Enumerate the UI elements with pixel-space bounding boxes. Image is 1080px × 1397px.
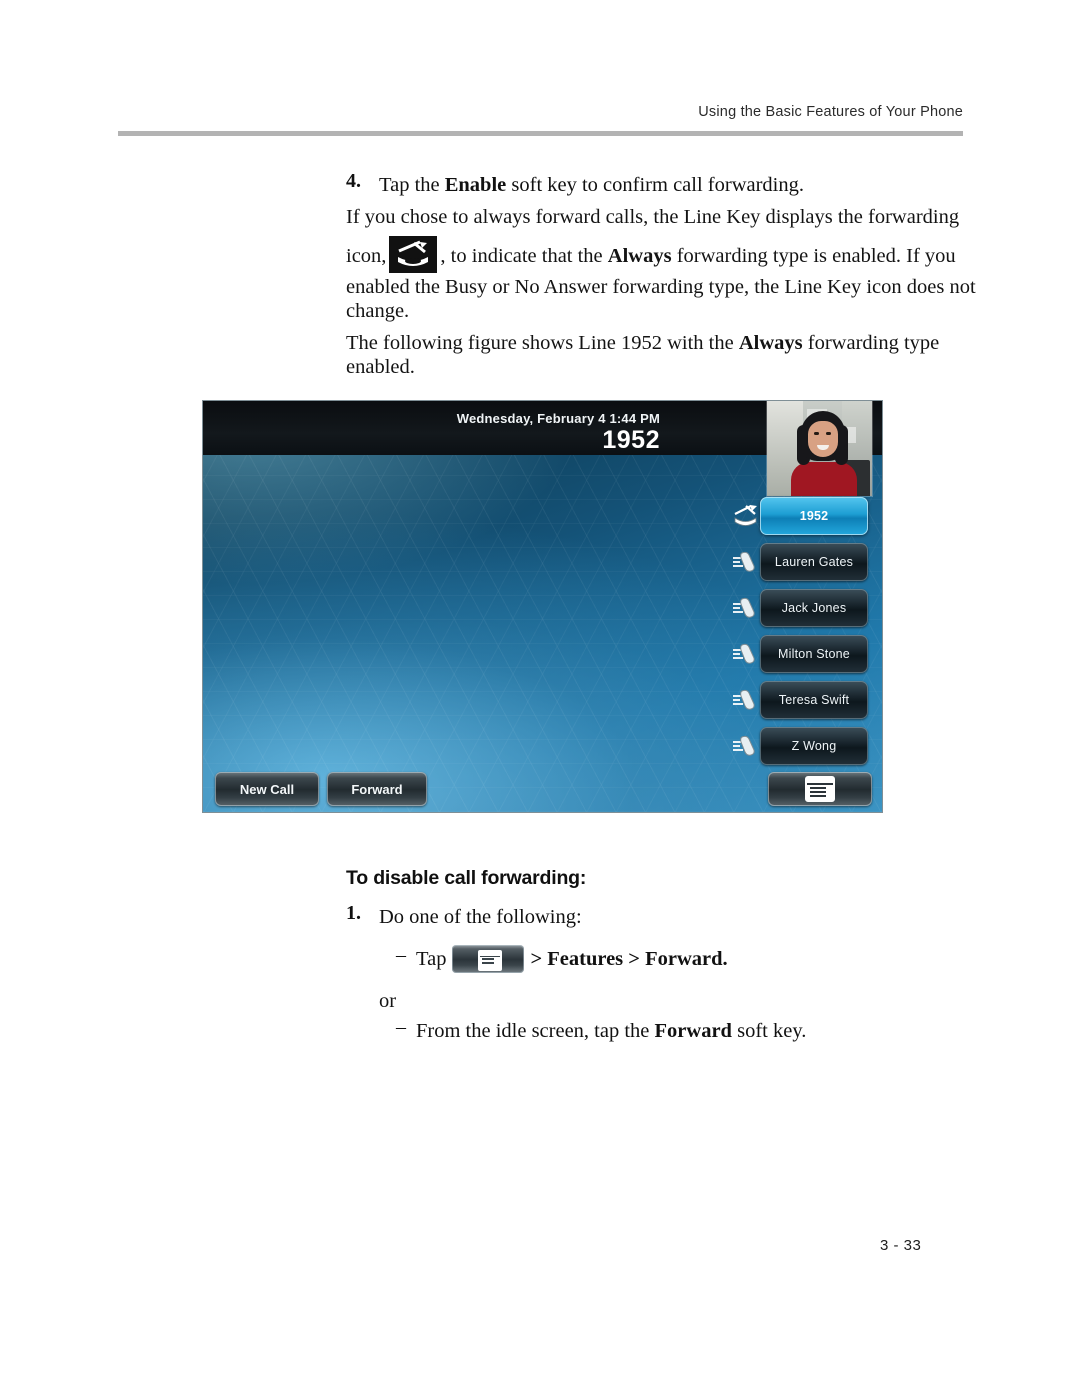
bold-always-2: Always — [738, 332, 803, 354]
bullet-2-marker: – — [396, 1016, 406, 1038]
bold-always-1: Always — [607, 245, 672, 267]
line-key-list: 1952 Lauren Gates Jack Jones Milton Ston… — [732, 493, 874, 769]
section-heading-disable-forwarding: To disable call forwarding: — [346, 867, 587, 889]
call-forward-icon — [732, 503, 760, 529]
step-1-marker: 1. — [346, 902, 361, 924]
line-key-row-1952[interactable]: 1952 — [734, 493, 874, 539]
step-4-text: Tap the Enable soft key to confirm call … — [379, 170, 979, 200]
home-menu-icon — [805, 776, 835, 802]
figure-intro-part1: The following figure shows Line 1952 wit… — [346, 332, 739, 354]
line-key-button-milton-stone[interactable]: Milton Stone — [760, 635, 868, 673]
line-key-button-lauren-gates[interactable]: Lauren Gates — [760, 543, 868, 581]
bullet-1-text: Tap > Features > Forward. — [416, 944, 976, 974]
phone-date-time: Wednesday, February 4 1:44 PM — [456, 411, 660, 426]
bullet-2-text: From the idle screen, tap the Forward so… — [416, 1016, 976, 1046]
icon-lead-in-text: icon, — [346, 245, 387, 267]
soft-key-home[interactable] — [768, 772, 872, 806]
handset-icon — [732, 687, 760, 713]
bullet-2-text-part2: soft key. — [731, 1020, 807, 1042]
soft-key-bar: New Call Forward — [203, 764, 882, 812]
step-4-text-part1: Tap the — [379, 174, 445, 196]
bullet-1-marker: – — [396, 944, 406, 966]
figure-intro-part2: forwarding type — [802, 332, 940, 354]
page-number: 3 - 33 — [880, 1237, 922, 1254]
step-4-text-part2: soft key to confirm call forwarding. — [506, 174, 804, 196]
call-forward-icon — [389, 236, 438, 273]
soft-key-forward[interactable]: Forward — [327, 772, 427, 806]
icon-follow-text-2: forwarding type is enabled. If you — [671, 245, 956, 267]
paragraph-forwarding-line2: icon, , to indicate that the Always forwa… — [346, 236, 986, 273]
bullet-1-lead-text: Tap — [416, 948, 447, 970]
paragraph-figure-intro-line2: enabled. — [346, 356, 415, 378]
bullet-1-path-text: > Features > Forward. — [530, 948, 728, 970]
line-key-button-z-wong[interactable]: Z Wong — [760, 727, 868, 765]
step-4-bold-enable: Enable — [444, 174, 507, 196]
paragraph-forwarding-line1: If you chose to always forward calls, th… — [346, 206, 960, 228]
contact-photo — [767, 401, 872, 496]
line-key-row-z-wong[interactable]: Z Wong — [732, 723, 874, 769]
phone-screen-figure: Wednesday, February 4 1:44 PM 1952 1952 … — [203, 401, 882, 812]
handset-icon — [732, 733, 760, 759]
photo-person-eye-left — [814, 432, 819, 435]
handset-icon — [732, 641, 760, 667]
bullet-2-bold-forward: Forward — [654, 1020, 732, 1042]
or-separator-text: or — [379, 990, 397, 1012]
step-1-text: Do one of the following: — [379, 906, 582, 928]
photo-person-eye-right — [826, 432, 831, 435]
line-key-row-jack-jones[interactable]: Jack Jones — [732, 585, 874, 631]
phone-line-number: 1952 — [602, 426, 660, 454]
home-menu-icon — [452, 945, 525, 973]
line-key-row-teresa-swift[interactable]: Teresa Swift — [732, 677, 874, 723]
soft-key-new-call[interactable]: New Call — [215, 772, 319, 806]
header-rule — [118, 131, 963, 136]
handset-icon — [732, 595, 760, 621]
photo-person-face — [808, 421, 838, 457]
line-key-button-1952[interactable]: 1952 — [760, 497, 868, 535]
line-key-row-lauren-gates[interactable]: Lauren Gates — [732, 539, 874, 585]
bullet-2-text-part1: From the idle screen, tap the — [416, 1020, 655, 1042]
icon-follow-text-1: , to indicate that the — [440, 245, 608, 267]
running-header: Using the Basic Features of Your Phone — [698, 104, 963, 120]
step-4-marker: 4. — [346, 170, 361, 192]
line-key-button-jack-jones[interactable]: Jack Jones — [760, 589, 868, 627]
home-menu-glyph — [478, 950, 503, 971]
line-key-button-teresa-swift[interactable]: Teresa Swift — [760, 681, 868, 719]
photo-person-torso — [791, 462, 857, 496]
handset-icon — [732, 549, 760, 575]
line-key-row-milton-stone[interactable]: Milton Stone — [732, 631, 874, 677]
paragraph-forwarding-line4: change. — [346, 300, 410, 322]
